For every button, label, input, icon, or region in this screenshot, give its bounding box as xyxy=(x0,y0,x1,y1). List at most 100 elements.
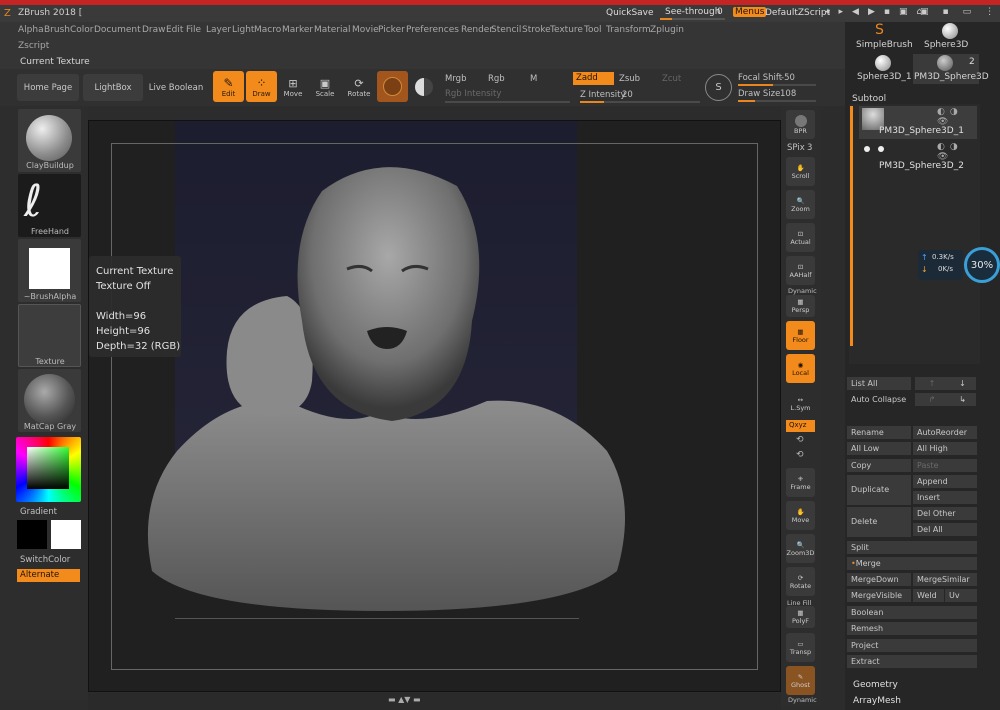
window-controls-icon[interactable]: ▣▪▭⋮✕ xyxy=(920,7,1000,17)
scroll-button[interactable]: ✋ Scroll xyxy=(786,157,815,186)
mergesimilar-button[interactable]: MergeSimilar xyxy=(913,573,977,586)
mergevisible-button[interactable]: MergeVisible xyxy=(847,589,911,602)
default-zscript-button[interactable]: DefaultZScript xyxy=(765,8,830,18)
menu-preferences[interactable]: Preferences xyxy=(406,25,459,35)
menus-button[interactable]: Menus xyxy=(733,7,767,17)
arrow-up-button[interactable]: ↑ xyxy=(915,377,945,390)
del-other-button[interactable]: Del Other xyxy=(913,507,977,520)
zsub-toggle[interactable]: Zsub xyxy=(619,74,640,84)
move-button[interactable]: ⊞ Move xyxy=(281,73,305,101)
canvas-viewport[interactable] xyxy=(88,120,781,692)
zadd-toggle[interactable]: Zadd xyxy=(573,72,614,85)
paste-button[interactable]: Paste xyxy=(913,459,977,472)
menu-zplugin[interactable]: Zplugin xyxy=(650,25,684,35)
duplicate-button[interactable]: Duplicate xyxy=(847,475,911,505)
menu-document[interactable]: Document xyxy=(94,25,141,35)
alternate-button[interactable]: Alternate xyxy=(17,569,80,582)
lightbox-button[interactable]: LightBox xyxy=(83,74,143,101)
insert-button[interactable]: Insert xyxy=(913,491,977,504)
menu-macro[interactable]: Macro xyxy=(254,25,281,35)
autoreorder-button[interactable]: AutoReorder xyxy=(913,426,977,439)
local-button[interactable]: ◉ Local xyxy=(786,354,815,383)
all-high-button[interactable]: All High xyxy=(913,442,977,455)
draw-size-slider[interactable] xyxy=(738,100,816,102)
menu-picker[interactable]: Picker xyxy=(378,25,405,35)
aahalf-button[interactable]: ⊡ AAHalf xyxy=(786,256,815,285)
menu-zscript[interactable]: Zscript xyxy=(18,41,49,51)
mrgb-toggle[interactable]: Mrgb xyxy=(445,74,466,84)
rgb-toggle[interactable]: Rgb xyxy=(488,74,505,84)
menu-layer[interactable]: Layer xyxy=(206,25,231,35)
menu-light[interactable]: Light xyxy=(232,25,254,35)
seethrough-slider[interactable] xyxy=(660,18,725,20)
frame-button[interactable]: ⁜ Frame xyxy=(786,468,815,497)
menu-texture[interactable]: Texture xyxy=(550,25,583,35)
rename-button[interactable]: Rename xyxy=(847,426,911,439)
focal-shift-icon[interactable]: S xyxy=(705,74,732,101)
bottom-tray-arrows-icon[interactable]: ▬ ▲▼ ▬ xyxy=(388,695,421,704)
subtool-item-1[interactable]: ◐◑👁 PM3D_Sphere3D_1 xyxy=(859,106,977,139)
menu-stencil[interactable]: Stencil xyxy=(491,25,521,35)
subtool-item-2[interactable]: ◐◑👁 PM3D_Sphere3D_2 xyxy=(859,141,977,174)
boolean-button[interactable]: Boolean xyxy=(847,606,977,619)
draw-button[interactable]: ⁘ Draw xyxy=(246,71,277,102)
m-toggle[interactable]: M xyxy=(530,74,537,84)
list-all-button[interactable]: List All xyxy=(847,377,911,390)
auto-collapse-button[interactable]: Auto Collapse xyxy=(847,393,911,406)
color-picker[interactable] xyxy=(16,437,81,502)
menu-movie[interactable]: Movie xyxy=(352,25,379,35)
floor-button[interactable]: ▦ Floor xyxy=(786,321,815,350)
quicksave-button[interactable]: QuickSave xyxy=(606,8,654,18)
redo-arrow-button[interactable]: ↱ xyxy=(915,393,945,406)
actual-button[interactable]: ⊡ Actual xyxy=(786,223,815,252)
gradient-label[interactable]: Gradient xyxy=(20,507,57,517)
home-page-button[interactable]: Home Page xyxy=(17,74,79,101)
zoom-button[interactable]: 🔍 Zoom xyxy=(786,190,815,219)
uv-button[interactable]: Uv xyxy=(945,589,977,602)
menu-transform[interactable]: Transform xyxy=(606,25,651,35)
switchcolor-button[interactable]: SwitchColor xyxy=(20,555,70,565)
remesh-button[interactable]: Remesh xyxy=(847,622,977,635)
subtool-title[interactable]: Subtool xyxy=(852,94,886,104)
tool-sphere3d[interactable]: Sphere3D xyxy=(919,22,985,52)
undo-arrow-button[interactable]: ↳ xyxy=(945,393,976,406)
z-intensity-slider[interactable] xyxy=(580,101,700,103)
spix-label[interactable]: SPix xyxy=(787,143,805,153)
subtool-2-visibility-icon[interactable]: ◐◑👁 xyxy=(937,142,977,162)
rotate-button[interactable]: ⟳ Rotate xyxy=(345,73,373,101)
menu-color[interactable]: Color xyxy=(70,25,94,35)
menu-alpha[interactable]: Alpha xyxy=(18,25,44,35)
xyz-button[interactable]: Qxyz xyxy=(786,420,815,432)
menu-render[interactable]: Render xyxy=(461,25,493,35)
subtool-scrollbar[interactable] xyxy=(850,106,853,346)
copy-button[interactable]: Copy xyxy=(847,459,911,472)
secondary-color-swatch[interactable] xyxy=(51,520,81,549)
menu-material[interactable]: Material xyxy=(314,25,351,35)
scale-button[interactable]: ▣ Scale xyxy=(313,73,337,101)
material-swatch-button[interactable] xyxy=(377,71,408,102)
persp-button[interactable]: ▦ Persp xyxy=(786,295,815,317)
menu-draw[interactable]: Draw xyxy=(142,25,166,35)
extract-button[interactable]: Extract xyxy=(847,655,977,668)
arraymesh-section[interactable]: ArrayMesh xyxy=(853,696,901,706)
edit-button[interactable]: ✎ Edit xyxy=(213,71,244,102)
del-all-button[interactable]: Del All xyxy=(913,523,977,536)
transp-button[interactable]: ▭ Transp xyxy=(786,633,815,662)
menu-tool[interactable]: Tool xyxy=(584,25,601,35)
arrow-down-button[interactable]: ↓ xyxy=(945,377,976,390)
zoom3d-button[interactable]: 🔍 Zoom3D xyxy=(786,534,815,563)
subtool-1-visibility-icon[interactable]: ◐◑👁 xyxy=(937,107,977,127)
append-button[interactable]: Append xyxy=(913,475,977,488)
shelf-move-button[interactable]: ✋ Move xyxy=(786,501,815,530)
color-mode-button[interactable] xyxy=(412,73,436,101)
shelf-rotate-button[interactable]: ⟳ Rotate xyxy=(786,567,815,596)
split-button[interactable]: Split xyxy=(847,541,977,554)
mergedown-button[interactable]: MergeDown xyxy=(847,573,911,586)
menu-file[interactable]: File xyxy=(186,25,201,35)
tool-simplebrush[interactable]: S SimpleBrush xyxy=(850,22,914,52)
rotate-z-icon[interactable]: ⟲ xyxy=(796,450,804,460)
live-boolean-button[interactable]: Live Boolean xyxy=(146,74,206,101)
focal-shift-slider[interactable] xyxy=(738,84,816,86)
zcut-toggle[interactable]: Zcut xyxy=(662,74,681,84)
bpr-button[interactable]: BPR xyxy=(786,110,815,139)
